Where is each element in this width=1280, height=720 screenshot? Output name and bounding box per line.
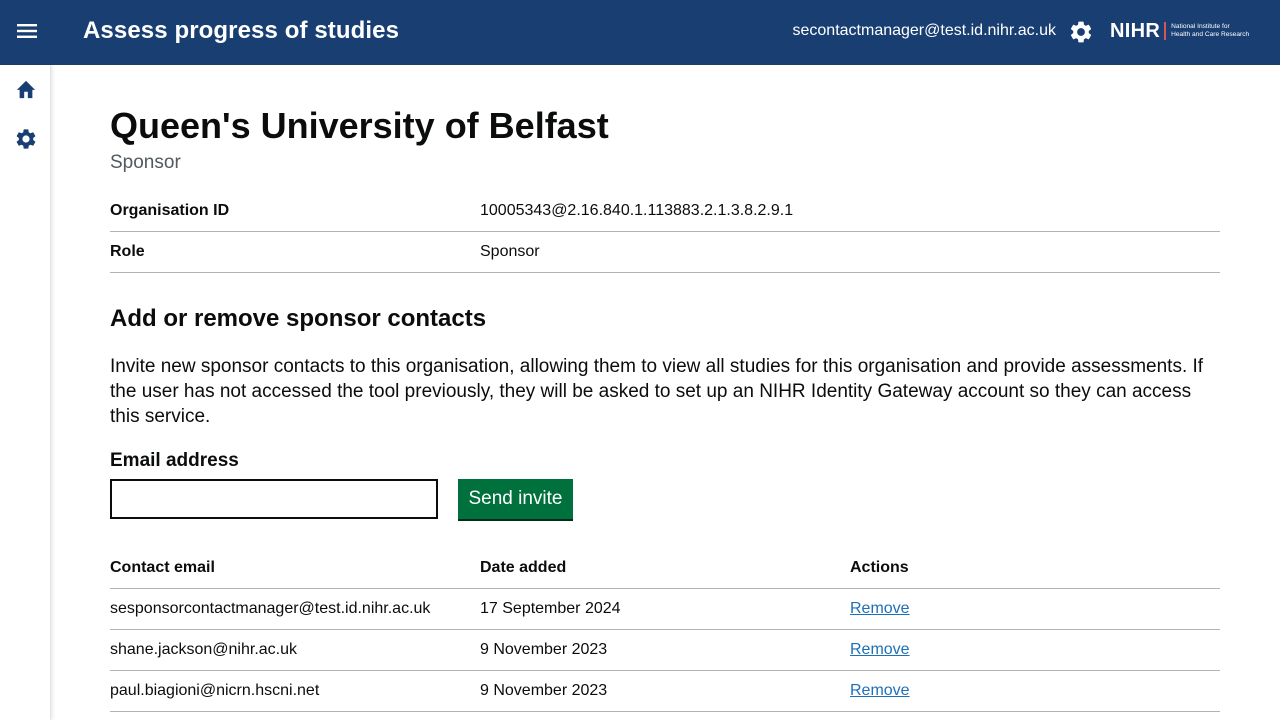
summary-row-role: Role Sponsor [110,232,1220,273]
summary-value: Sponsor [480,243,540,260]
logo-subtitle-line2: Health and Care Research [1171,31,1250,38]
contact-email: sesponsorcontactmanager@test.id.nihr.ac.… [110,600,431,617]
sidebar [0,65,51,720]
logo-wordmark: NIHR [1110,20,1161,42]
column-header-contact-email: Contact email [110,559,215,576]
gear-icon [1068,21,1094,49]
app-header: Assess progress of studies secontactmana… [0,0,1280,65]
sidebar-item-settings[interactable] [12,127,40,155]
header-settings-button[interactable] [1068,19,1094,45]
logo-divider [1164,22,1167,40]
table-row: paul.biagioni@nicrn.hscni.net 9 November… [110,671,1220,712]
section-description: Invite new sponsor contacts to this orga… [110,356,1204,427]
email-field-label: Email address [110,450,239,471]
table-row: sesponsorcontactmanager@test.id.nihr.ac.… [110,589,1220,630]
email-field[interactable] [110,479,438,519]
date-added: 9 November 2023 [480,682,608,699]
gear-icon [14,127,38,156]
contacts-table: Contact email Date added Actions sespons… [110,548,1220,712]
table-row: shane.jackson@nihr.ac.uk 9 November 2023… [110,630,1220,671]
logo-subtitle-line1: National Institute for [1171,23,1230,30]
page-title: Queen's University of Belfast [110,105,609,146]
sidebar-item-home[interactable] [12,77,40,105]
remove-link[interactable]: Remove [850,641,910,659]
page-caption: Sponsor [110,152,181,173]
app-title: Assess progress of studies [83,17,400,44]
nihr-logo: NIHR National Institute for Health and C… [1110,20,1249,42]
section-heading: Add or remove sponsor contacts [110,305,487,332]
column-header-date-added: Date added [480,559,567,576]
menu-icon [17,23,37,43]
contact-email: paul.biagioni@nicrn.hscni.net [110,682,320,699]
date-added: 9 November 2023 [480,641,608,658]
summary-row-organisation-id: Organisation ID 10005343@2.16.840.1.1138… [110,191,1220,232]
send-invite-button[interactable]: Send invite [458,479,573,519]
menu-button[interactable] [8,14,46,52]
column-header-actions: Actions [850,559,909,576]
logo-subtitle: National Institute for Health and Care R… [1171,23,1249,39]
summary-key: Role [110,243,145,260]
summary-key: Organisation ID [110,202,230,219]
user-email: secontactmanager@test.id.nihr.ac.uk [792,22,1057,39]
remove-link[interactable]: Remove [850,600,910,618]
remove-link[interactable]: Remove [850,682,910,700]
table-header-row: Contact email Date added Actions [110,548,1220,589]
organisation-summary: Organisation ID 10005343@2.16.840.1.1138… [110,191,1220,273]
date-added: 17 September 2024 [480,600,621,617]
home-icon [15,79,37,104]
contact-email: shane.jackson@nihr.ac.uk [110,641,298,658]
summary-value: 10005343@2.16.840.1.113883.2.1.3.8.2.9.1 [480,202,794,219]
